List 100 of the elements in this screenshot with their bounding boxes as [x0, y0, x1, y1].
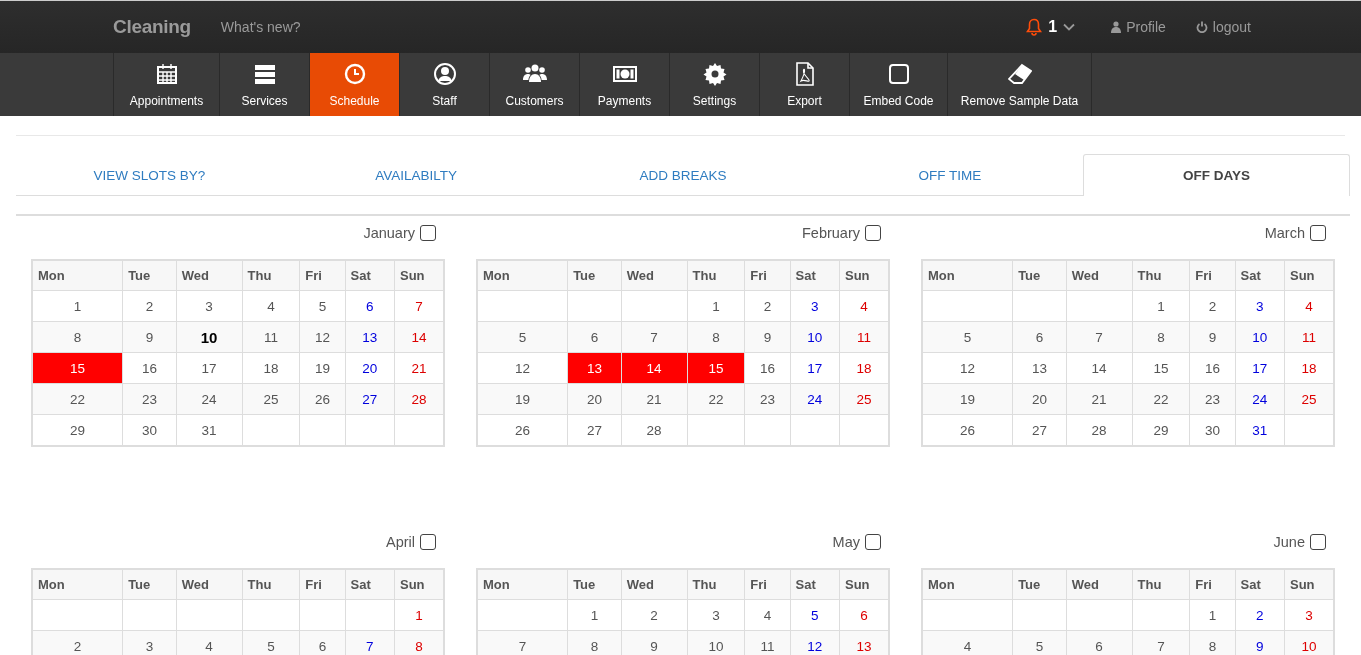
day-cell[interactable]: 1	[1189, 599, 1236, 631]
section-tab[interactable]: AVAILABILTY	[282, 154, 550, 196]
day-cell[interactable]: 2	[1189, 290, 1236, 322]
month-checkbox[interactable]	[1310, 534, 1326, 550]
month-checkbox[interactable]	[865, 534, 881, 550]
nav-tab[interactable]: Customers	[490, 53, 580, 116]
day-cell[interactable]: 25	[242, 383, 300, 415]
day-cell[interactable]: 17	[1235, 352, 1285, 384]
day-cell[interactable]: 2	[32, 630, 123, 655]
brand-name[interactable]: Cleaning	[113, 16, 191, 38]
day-cell[interactable]: 6	[345, 290, 395, 322]
day-cell[interactable]: 15	[1132, 352, 1190, 384]
day-cell[interactable]: 14	[394, 321, 444, 353]
month-checkbox[interactable]	[420, 534, 436, 550]
day-cell[interactable]: 17	[790, 352, 840, 384]
day-cell[interactable]: 12	[922, 352, 1013, 384]
day-cell[interactable]: 13	[1012, 352, 1067, 384]
day-cell[interactable]: 5	[790, 599, 840, 631]
day-cell[interactable]: 11	[1284, 321, 1334, 353]
nav-tab[interactable]: Schedule	[310, 53, 400, 116]
section-tab[interactable]: OFF DAYS	[1083, 154, 1350, 196]
day-cell[interactable]: 3	[790, 290, 840, 322]
day-cell[interactable]: 4	[242, 290, 300, 322]
day-cell[interactable]: 8	[1132, 321, 1190, 353]
day-cell[interactable]: 6	[567, 321, 622, 353]
day-cell[interactable]: 1	[567, 599, 622, 631]
day-cell[interactable]: 17	[176, 352, 243, 384]
day-cell[interactable]: 19	[299, 352, 346, 384]
section-tab[interactable]: OFF TIME	[816, 154, 1084, 196]
section-tab[interactable]: ADD BREAKS	[549, 154, 817, 196]
day-cell[interactable]: 6	[1012, 321, 1067, 353]
day-cell[interactable]: 8	[687, 321, 745, 353]
day-cell[interactable]: 1	[32, 290, 123, 322]
day-cell[interactable]: 10	[176, 321, 243, 353]
day-cell[interactable]: 10	[1235, 321, 1285, 353]
day-cell[interactable]: 15	[32, 352, 123, 384]
nav-tab[interactable]: Remove Sample Data	[948, 53, 1092, 116]
day-cell[interactable]: 1	[687, 290, 745, 322]
day-cell[interactable]: 20	[1012, 383, 1067, 415]
day-cell[interactable]: 24	[1235, 383, 1285, 415]
day-cell[interactable]: 9	[122, 321, 177, 353]
day-cell[interactable]: 16	[744, 352, 791, 384]
notifications-button[interactable]: 1	[1026, 18, 1076, 36]
section-tab[interactable]: VIEW SLOTS BY?	[16, 154, 283, 196]
nav-tab[interactable]: Export	[760, 53, 850, 116]
day-cell[interactable]: 16	[122, 352, 177, 384]
day-cell[interactable]: 20	[567, 383, 622, 415]
day-cell[interactable]: 7	[1066, 321, 1133, 353]
day-cell[interactable]: 11	[839, 321, 889, 353]
day-cell[interactable]: 13	[567, 352, 622, 384]
day-cell[interactable]: 23	[122, 383, 177, 415]
day-cell[interactable]: 14	[1066, 352, 1133, 384]
day-cell[interactable]: 8	[32, 321, 123, 353]
day-cell[interactable]: 3	[1235, 290, 1285, 322]
day-cell[interactable]: 24	[176, 383, 243, 415]
day-cell[interactable]: 1	[1132, 290, 1190, 322]
day-cell[interactable]: 16	[1189, 352, 1236, 384]
day-cell[interactable]: 21	[1066, 383, 1133, 415]
day-cell[interactable]: 13	[345, 321, 395, 353]
day-cell[interactable]: 22	[1132, 383, 1190, 415]
day-cell[interactable]: 22	[687, 383, 745, 415]
nav-tab[interactable]: Embed Code	[850, 53, 948, 116]
day-cell[interactable]: 4	[922, 630, 1013, 655]
day-cell[interactable]: 19	[477, 383, 568, 415]
nav-tab[interactable]: Settings	[670, 53, 760, 116]
nav-tab[interactable]: Payments	[580, 53, 670, 116]
day-cell[interactable]: 7	[477, 630, 568, 655]
day-cell[interactable]: 7	[621, 321, 688, 353]
nav-tab[interactable]: Staff	[400, 53, 490, 116]
day-cell[interactable]: 11	[242, 321, 300, 353]
day-cell[interactable]: 5	[477, 321, 568, 353]
day-cell[interactable]: 22	[32, 383, 123, 415]
nav-tab[interactable]: Appointments	[114, 53, 220, 116]
day-cell[interactable]: 24	[790, 383, 840, 415]
day-cell[interactable]: 5	[299, 290, 346, 322]
month-checkbox[interactable]	[420, 225, 436, 241]
day-cell[interactable]: 2	[122, 290, 177, 322]
day-cell[interactable]: 28	[394, 383, 444, 415]
day-cell[interactable]: 2	[744, 290, 791, 322]
day-cell[interactable]: 2	[621, 599, 688, 631]
day-cell[interactable]: 5	[922, 321, 1013, 353]
day-cell[interactable]: 10	[790, 321, 840, 353]
day-cell[interactable]: 21	[621, 383, 688, 415]
logout-link[interactable]: logout	[1195, 19, 1251, 35]
month-checkbox[interactable]	[1310, 225, 1326, 241]
day-cell[interactable]: 14	[621, 352, 688, 384]
day-cell[interactable]: 25	[1284, 383, 1334, 415]
day-cell[interactable]: 2	[1235, 599, 1285, 631]
day-cell[interactable]: 3	[687, 599, 745, 631]
day-cell[interactable]: 12	[477, 352, 568, 384]
day-cell[interactable]: 4	[744, 599, 791, 631]
day-cell[interactable]: 3	[176, 290, 243, 322]
day-cell[interactable]: 15	[687, 352, 745, 384]
whats-new-link[interactable]: What's new?	[220, 19, 301, 35]
day-cell[interactable]: 20	[345, 352, 395, 384]
profile-link[interactable]: Profile	[1111, 19, 1166, 35]
month-checkbox[interactable]	[865, 225, 881, 241]
day-cell[interactable]: 27	[345, 383, 395, 415]
day-cell[interactable]: 19	[922, 383, 1013, 415]
day-cell[interactable]: 25	[839, 383, 889, 415]
